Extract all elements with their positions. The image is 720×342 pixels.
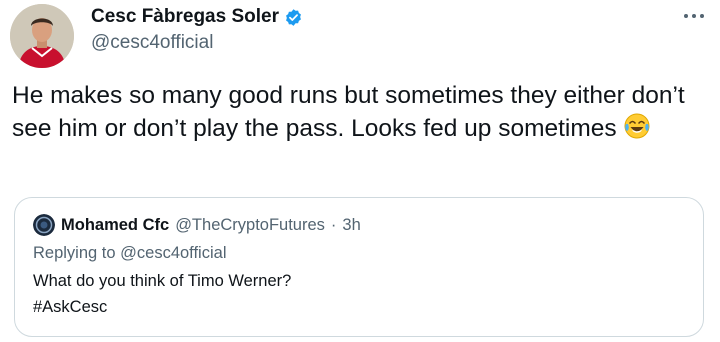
avatar-image — [10, 4, 74, 68]
tweet-text-content: He makes so many good runs but sometimes… — [12, 82, 685, 142]
tweet-text: He makes so many good runs but sometimes… — [12, 80, 712, 148]
author-name[interactable]: Cesc Fàbregas Soler — [91, 4, 303, 30]
verified-badge-icon — [284, 8, 303, 27]
author-handle[interactable]: @cesc4official — [91, 30, 213, 56]
face-with-tears-of-joy-icon — [623, 112, 651, 149]
quoted-author-name[interactable]: Mohamed Cfc — [61, 216, 169, 235]
quoted-separator: · — [330, 215, 337, 234]
avatar[interactable] — [10, 4, 74, 68]
quoted-tweet-text: What do you think of Timo Werner? — [33, 272, 292, 290]
author-name-text: Cesc Fàbregas Soler — [91, 6, 279, 27]
quoted-author-handle[interactable]: @TheCryptoFutures — [175, 216, 325, 235]
quoted-timestamp[interactable]: 3h — [342, 216, 360, 235]
quoted-tweet-header: Mohamed Cfc @TheCryptoFutures · 3h — [33, 214, 361, 236]
quoted-tweet-card[interactable]: Mohamed Cfc @TheCryptoFutures · 3h Reply… — [14, 197, 704, 337]
more-horizontal-icon — [684, 14, 704, 18]
quoted-author-avatar[interactable] — [33, 214, 55, 236]
replying-to-handle[interactable]: @cesc4official — [120, 244, 226, 262]
replying-to-prefix: Replying to — [33, 244, 116, 262]
more-options-button[interactable] — [680, 2, 708, 30]
quoted-tweet-hashtag[interactable]: #AskCesc — [33, 298, 107, 317]
replying-to-line: Replying to @cesc4official — [33, 244, 226, 263]
